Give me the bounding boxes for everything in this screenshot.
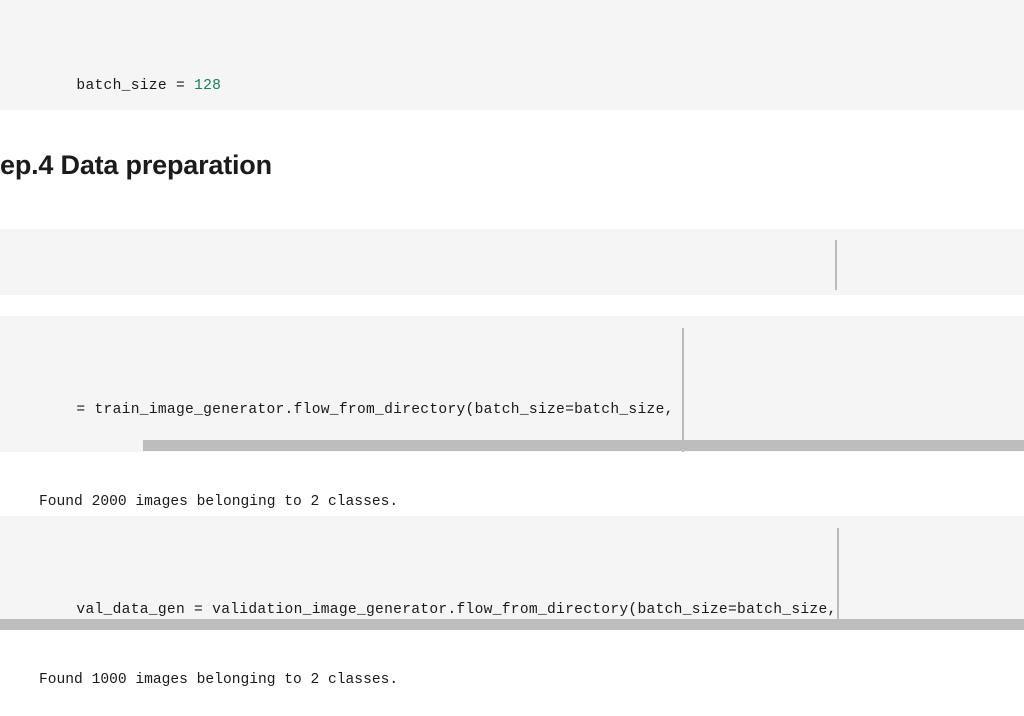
code-cell-generators[interactable]: train_image_generator = ImageDataGenerat… <box>0 229 1024 295</box>
code-line: = train_image_generator.flow_from_direct… <box>4 375 1024 399</box>
code-cell-train-data-gen[interactable]: = train_image_generator.flow_from_direct… <box>0 316 1024 452</box>
horizontal-scrollbar[interactable] <box>0 619 1024 630</box>
code-token-number: 128 <box>194 78 221 94</box>
cell-output-train: Found 2000 images belonging to 2 classes… <box>0 455 1024 519</box>
code-cell-hyperparameters[interactable]: batch_size = 128 epochs = 5 IMG_HEIGHT =… <box>0 0 1024 110</box>
text-caret <box>837 528 839 630</box>
code-line: val_data_gen = validation_image_generato… <box>4 575 1024 599</box>
text-caret <box>835 240 837 290</box>
output-text: Found 2000 images belonging to 2 classes… <box>39 494 398 510</box>
notebook-canvas: batch_size = 128 epochs = 5 IMG_HEIGHT =… <box>0 0 1024 665</box>
code-line: batch_size = 128 <box>4 51 1024 75</box>
code-cell-val-data-gen[interactable]: val_data_gen = validation_image_generato… <box>0 516 1024 630</box>
code-token: val_data_gen = validation_image_generato… <box>76 602 836 618</box>
text-caret <box>682 328 684 452</box>
code-line: train_image_generator = ImageDataGenerat… <box>4 287 1024 295</box>
cell-output-val: Found 1000 images belonging to 2 classes… <box>0 633 1024 677</box>
output-text: Found 1000 images belonging to 2 classes… <box>39 672 398 688</box>
code-token: batch_size = <box>76 78 194 94</box>
section-heading: ep.4 Data preparation <box>0 146 272 184</box>
code-token: = train_image_generator.flow_from_direct… <box>76 402 673 418</box>
horizontal-scrollbar[interactable] <box>143 440 1024 451</box>
